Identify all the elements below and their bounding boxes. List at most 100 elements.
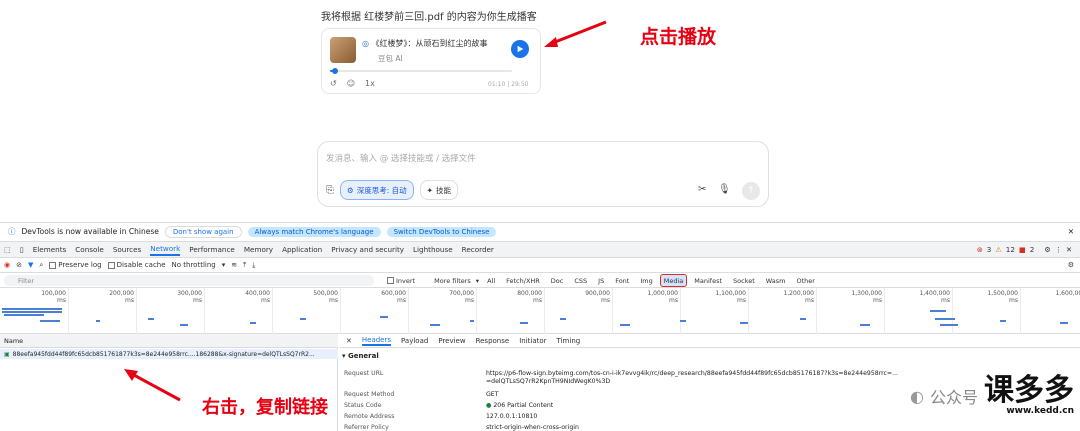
microphone-icon[interactable]: 🎙 — [718, 184, 731, 195]
type-media[interactable]: Media — [659, 274, 688, 287]
voice-icon[interactable]: ☺ — [347, 79, 355, 88]
search-icon[interactable]: ⌕ — [39, 261, 43, 270]
timeline-tick-label: 800,000 ms — [517, 290, 542, 304]
gear-icon[interactable]: ⚙ — [1044, 245, 1050, 254]
import-icon[interactable]: ⤒ — [243, 261, 246, 270]
tab-payload[interactable]: Payload — [401, 337, 428, 345]
tab-performance[interactable]: Performance — [189, 245, 235, 254]
wifi-icon[interactable]: ≋ — [231, 261, 237, 269]
close-icon[interactable]: ✕ — [1068, 227, 1074, 236]
timeline-request-bar — [1060, 322, 1068, 324]
speed-button[interactable]: 1x — [365, 79, 375, 88]
type-font[interactable]: Font — [612, 275, 632, 286]
header-value[interactable]: 127.0.0.1:10810 — [486, 413, 537, 420]
network-timeline-overview[interactable]: 100,000 ms 200,000 ms 300,000 ms 400,000 ms… — [0, 288, 1080, 334]
preserve-log-checkbox[interactable]: Preserve log — [49, 261, 102, 269]
header-value[interactable]: GET — [486, 391, 498, 398]
podcast-progress-knob[interactable] — [332, 68, 339, 74]
tab-network[interactable]: Network — [150, 244, 181, 256]
timeline-request-bar — [40, 320, 60, 322]
banner-text: DevTools is now available in Chinese — [21, 227, 159, 236]
timeline-tick-label: 1,200,000 ms — [783, 290, 814, 304]
replay-icon[interactable]: ↺ — [330, 79, 337, 88]
devtools-badges[interactable]: ⊗ 3 ⚠ 12 ■ 2 ⚙ ⋮ ✕ — [977, 245, 1072, 254]
podcast-title-row: ◎ 《红楼梦》：从顽石到红尘的故事 — [362, 38, 488, 49]
header-key: Request Method — [344, 391, 395, 398]
type-doc[interactable]: Doc — [548, 275, 567, 286]
more-filters-button[interactable]: More filters — [434, 277, 471, 285]
filter-icon[interactable]: ▼ — [28, 261, 33, 269]
tab-response[interactable]: Response — [476, 337, 510, 345]
play-button[interactable] — [511, 40, 529, 58]
dont-show-button[interactable]: Don't show again — [164, 225, 242, 238]
tab-application[interactable]: Application — [282, 245, 322, 254]
filter-input[interactable]: Filter — [4, 275, 374, 286]
device-icon[interactable]: ▯ — [20, 245, 24, 254]
tab-lighthouse[interactable]: Lighthouse — [413, 245, 453, 254]
header-value[interactable]: strict-origin-when-cross-origin — [486, 424, 579, 431]
scissors-icon[interactable]: ✂ — [698, 184, 706, 195]
tab-recorder[interactable]: Recorder — [462, 245, 494, 254]
type-css[interactable]: CSS — [571, 275, 590, 286]
tab-memory[interactable]: Memory — [244, 245, 273, 254]
type-wasm[interactable]: Wasm — [763, 275, 789, 286]
record-icon[interactable]: ◉ — [4, 261, 10, 269]
attach-icon[interactable]: ⎘ — [326, 185, 334, 196]
name-column-header[interactable]: Name — [0, 334, 338, 348]
wechat-label: 公众号 — [929, 388, 978, 407]
send-button[interactable]: ↑ — [742, 182, 760, 200]
type-all[interactable]: All — [484, 275, 498, 286]
timeline-tick-label: 400,000 ms — [245, 290, 270, 304]
podcast-card[interactable]: ◎ 《红楼梦》：从顽石到红尘的故事 豆包 AI ↺ ☺ 1x 01:10 | 2… — [321, 28, 541, 94]
inspect-icon[interactable]: ⬚ — [4, 245, 11, 254]
timeline-tick-label: 1,100,000 ms — [715, 290, 746, 304]
type-fetch-xhr[interactable]: Fetch/XHR — [503, 275, 543, 286]
status-code-value[interactable]: ● 206 Partial Content — [486, 402, 553, 409]
clear-icon[interactable]: ⊘ — [16, 261, 22, 269]
chat-input[interactable]: 发消息、输入 @ 选择技能或 / 选择文件 — [326, 152, 476, 164]
network-settings-icon[interactable]: ⚙ — [1068, 261, 1074, 269]
tab-preview[interactable]: Preview — [438, 337, 465, 345]
type-manifest[interactable]: Manifest — [691, 275, 725, 286]
export-icon[interactable]: ⤓ — [252, 261, 255, 270]
type-other[interactable]: Other — [794, 275, 818, 286]
copy-hint-annotation: 右击，复制链接 — [202, 397, 328, 418]
podcast-cover-image — [330, 37, 356, 63]
close-detail-icon[interactable]: ✕ — [346, 337, 352, 345]
more-icon[interactable]: ⋮ — [1055, 245, 1062, 254]
timeline-request-bar — [940, 324, 958, 326]
tab-privacy[interactable]: Privacy and security — [331, 245, 404, 254]
throttling-select[interactable]: No throttling — [172, 261, 216, 269]
warning-icon: ⚠ — [995, 245, 1002, 254]
type-img[interactable]: Img — [637, 275, 655, 286]
always-match-button[interactable]: Always match Chrome's language — [247, 226, 381, 237]
tab-sources[interactable]: Sources — [113, 245, 141, 254]
request-row[interactable]: ▣ 88eefa945fdd44f89fc65dcb851761877k3s=8… — [0, 349, 338, 359]
header-value[interactable]: =delQTLsSQ7rR2KpnTH9NIdWegK0%3D — [486, 378, 610, 385]
general-section-header[interactable]: ▾ General — [342, 352, 379, 360]
tab-headers[interactable]: Headers — [361, 336, 392, 346]
timeline-request-bar — [4, 314, 44, 316]
tab-timing[interactable]: Timing — [557, 337, 581, 345]
invert-checkbox[interactable]: Invert — [387, 277, 415, 285]
switch-language-button[interactable]: Switch DevTools to Chinese — [386, 226, 497, 237]
type-socket[interactable]: Socket — [730, 275, 758, 286]
issue-count: 2 — [1029, 245, 1035, 254]
skills-button[interactable]: ✦ 技能 — [419, 180, 458, 200]
type-js[interactable]: JS — [595, 275, 607, 286]
disable-cache-checkbox[interactable]: Disable cache — [107, 261, 166, 269]
issue-icon: ■ — [1018, 245, 1026, 254]
close-devtools-icon[interactable]: ✕ — [1066, 245, 1072, 254]
podcast-progress-bar[interactable] — [330, 68, 512, 74]
timeline-tick-label: 1,300,000 ms — [851, 290, 882, 304]
timeline-request-bar — [740, 322, 748, 324]
tab-console[interactable]: Console — [75, 245, 104, 254]
tab-elements[interactable]: Elements — [33, 245, 67, 254]
header-value[interactable]: https://p6-flow-sign.byteimg.com/tos-cn-… — [486, 370, 898, 377]
total-time: 29:50 — [511, 81, 529, 88]
chat-input-box[interactable]: 发消息、输入 @ 选择技能或 / 选择文件 ⎘ ⚙ 深度思考: 自动 ✦ 技能 … — [317, 141, 769, 207]
invert-label: Invert — [396, 276, 416, 285]
timeline-tick-label: 1,500,000 ms — [987, 290, 1018, 304]
deep-think-button[interactable]: ⚙ 深度思考: 自动 — [340, 180, 414, 200]
tab-initiator[interactable]: Initiator — [519, 337, 546, 345]
